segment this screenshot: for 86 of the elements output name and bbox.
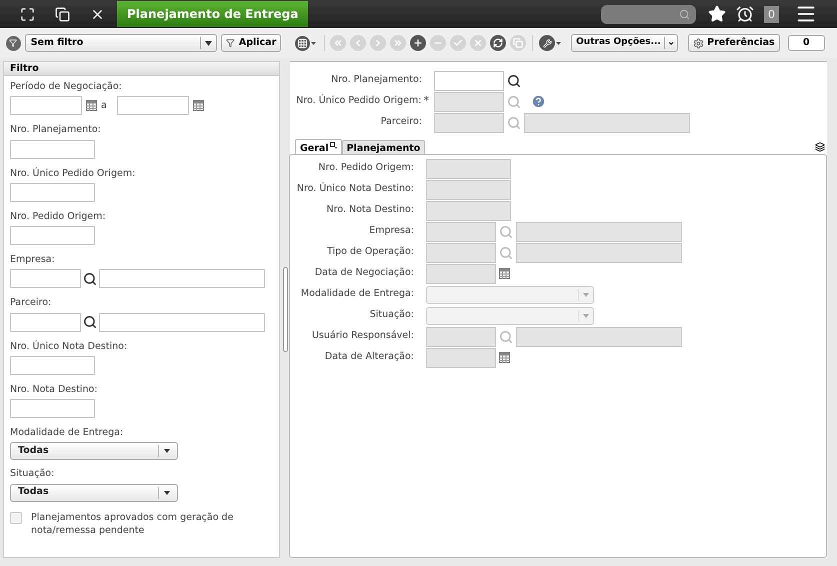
- first-icon: [333, 38, 344, 48]
- field-label: Modalidade de Entrega:: [10, 426, 124, 440]
- field-label: Parceiro:: [10, 296, 52, 310]
- input-field[interactable]: [10, 312, 81, 332]
- calendar-icon[interactable]: [499, 352, 510, 363]
- input-field[interactable]: [10, 140, 95, 158]
- calendar-icon[interactable]: [499, 268, 510, 279]
- preferences-button[interactable]: Preferências: [688, 34, 780, 52]
- description-field[interactable]: [99, 312, 265, 332]
- field-label: Situação:: [370, 308, 414, 322]
- refresh-button[interactable]: [490, 35, 506, 51]
- filter-icon: [226, 38, 235, 48]
- field-label: Nro. Planejamento:: [10, 123, 102, 138]
- required-mark: *: [424, 93, 429, 110]
- input-field[interactable]: [10, 96, 82, 116]
- field-label: Parceiro:: [380, 115, 422, 130]
- input-field[interactable]: [10, 182, 95, 202]
- field-label: Situação:: [10, 467, 56, 482]
- filter-icon[interactable]: [6, 36, 21, 50]
- more-options-button[interactable]: Outras Opções...: [571, 34, 678, 52]
- checkbox[interactable]: [10, 512, 22, 524]
- restore-icon[interactable]: [55, 6, 70, 22]
- checkbox-label: Planejamentos aprovados com geração de nota/remessa pendente: [31, 510, 234, 536]
- caret-icon: [583, 292, 589, 296]
- apply-button[interactable]: Aplicar: [221, 34, 282, 52]
- input-field[interactable]: [10, 356, 95, 375]
- input-field[interactable]: [10, 399, 95, 418]
- input-field[interactable]: [434, 70, 504, 90]
- field-label: Nro. Único Nota Destino:: [10, 340, 128, 354]
- calendar-icon[interactable]: [86, 100, 97, 112]
- search-icon[interactable]: [83, 272, 97, 286]
- caret-icon: [583, 314, 589, 318]
- input-field[interactable]: [10, 269, 81, 288]
- field-label: Data de Negociação:: [314, 266, 414, 280]
- search-icon[interactable]: [83, 315, 97, 329]
- dropdown[interactable]: Todas: [10, 484, 178, 502]
- caret-icon: [205, 40, 212, 46]
- dropdown[interactable]: Todas: [10, 442, 178, 460]
- grid-menu-icon[interactable]: [295, 36, 310, 50]
- field-label: Empresa:: [10, 253, 56, 267]
- caret-icon: [164, 449, 170, 454]
- search-icon[interactable]: [507, 74, 521, 88]
- detach-icon[interactable]: [330, 142, 337, 149]
- wrench-icon[interactable]: [539, 35, 556, 51]
- field-label: Nro. Nota Destino:: [326, 203, 414, 218]
- add-button[interactable]: [410, 35, 426, 51]
- field-label: Nro. Pedido Origem:: [318, 161, 414, 176]
- input-field[interactable]: [10, 226, 95, 245]
- input-field[interactable]: [116, 96, 189, 116]
- field-label: Usuário Responsável:: [312, 329, 414, 344]
- field-label: Nro. Nota Destino:: [10, 382, 98, 397]
- caret-icon: [311, 42, 316, 44]
- confirm-icon: [453, 38, 464, 48]
- filter-panel-header: Filtro: [4, 62, 279, 76]
- range-separator: a: [101, 98, 107, 113]
- alarm-clock-icon[interactable]: [736, 5, 754, 23]
- favorite-icon[interactable]: [708, 5, 726, 23]
- field-label: Empresa:: [369, 224, 414, 238]
- last-icon: [393, 38, 404, 48]
- caret-icon: [164, 490, 170, 494]
- field-label: Tipo de Operação:: [326, 245, 414, 260]
- fullscreen-icon[interactable]: [20, 6, 35, 22]
- field-label: Nro. Planejamento:: [331, 73, 422, 88]
- field-label: Modalidade de Entrega:: [300, 287, 414, 302]
- description-field[interactable]: [99, 269, 265, 288]
- filter-dropdown[interactable]: Sem filtro: [24, 34, 218, 52]
- caret-icon: [556, 42, 562, 44]
- field-label: Nro. Único Nota Destino:: [296, 182, 414, 196]
- field-label: Nro. Único Pedido Origem:: [10, 166, 136, 180]
- splitter-handle[interactable]: [282, 267, 288, 352]
- field-label: Nro. Pedido Origem:: [10, 210, 107, 224]
- counter-badge: 0: [788, 35, 825, 51]
- cancel-icon: [473, 38, 484, 48]
- gear-icon: [693, 38, 704, 48]
- add-icon: [413, 38, 424, 48]
- refresh-icon: [493, 38, 504, 48]
- search-field[interactable]: [601, 4, 696, 24]
- screen-tab[interactable]: Planejamento de Entrega: [117, 1, 308, 27]
- copy-icon: [513, 38, 524, 48]
- calendar-icon[interactable]: [192, 100, 204, 112]
- field-label: Período de Negociação:: [10, 80, 123, 94]
- tab[interactable]: Planejamento: [342, 140, 426, 155]
- field-label: Nro. Único Pedido Origem:: [296, 94, 422, 108]
- search-icon: [679, 8, 690, 20]
- field-label: Data de Alteração:: [324, 350, 414, 364]
- tab[interactable]: Geral: [295, 139, 342, 155]
